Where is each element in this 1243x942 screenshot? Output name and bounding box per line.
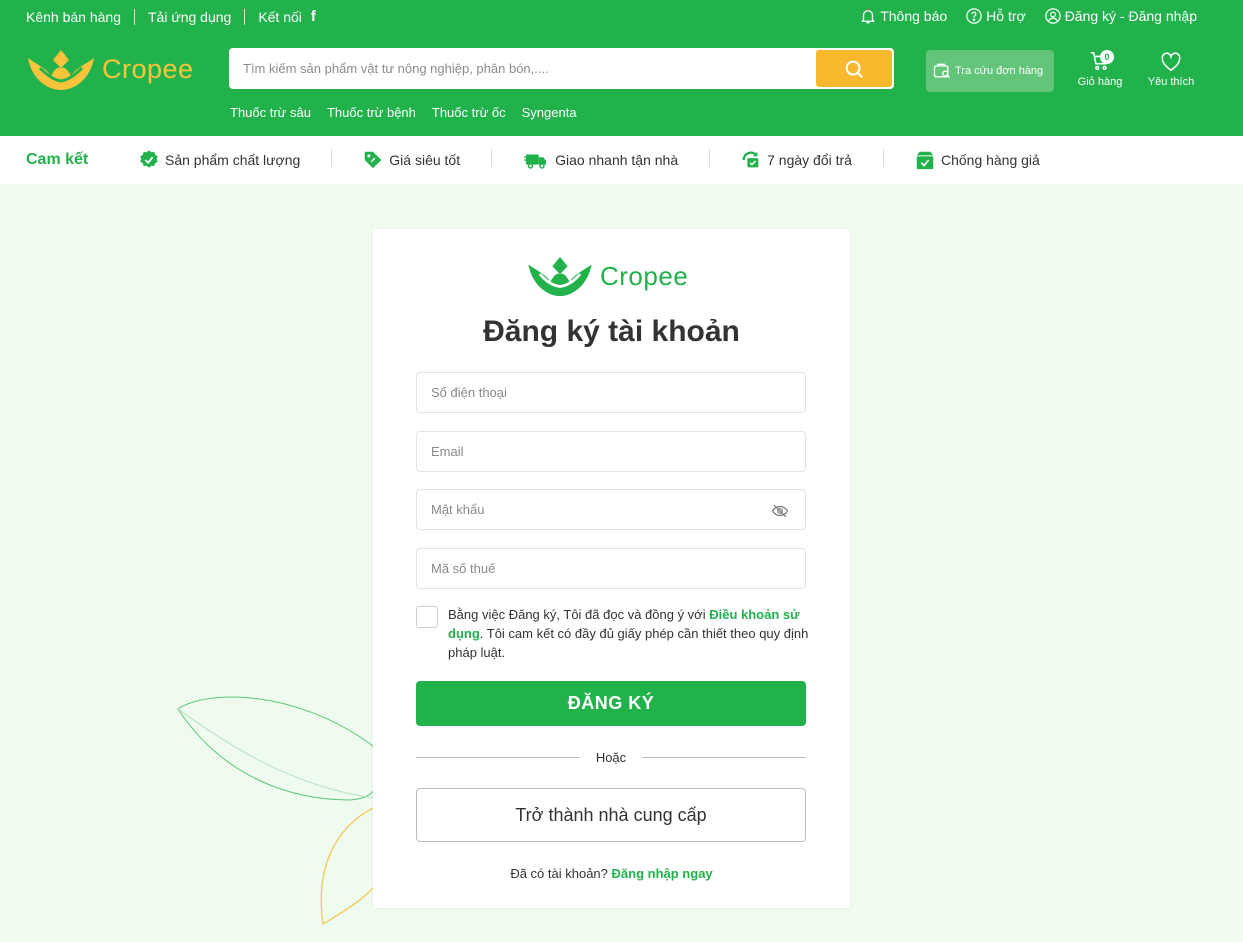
seller-channel-link[interactable]: Kênh bán hàng [26, 9, 134, 25]
commitment-quality-label: Sản phẩm chất lượng [165, 152, 301, 168]
order-lookup-button[interactable]: Tra cứu đơn hàng [926, 50, 1054, 92]
topbar-right: Thông báo Hỗ trợ Đăng ký - Đăng nhập [859, 7, 1197, 25]
heart-icon [1161, 52, 1181, 72]
quick-links: Thuốc trừ sâu Thuốc trừ bệnh Thuốc trừ ố… [230, 105, 577, 120]
terms-prefix: Bằng việc Đăng ký, Tôi đã đọc và đồng ý … [448, 607, 710, 622]
or-divider: Hoặc [416, 749, 806, 767]
download-app-link[interactable]: Tải ứng dụng [133, 8, 244, 25]
commitment-anti-counterfeit-label: Chống hàng giả [940, 152, 1040, 168]
phone-field-wrapper [416, 372, 806, 413]
quick-link-syngenta[interactable]: Syngenta [522, 105, 577, 120]
logo-text: Cropee [102, 53, 194, 84]
return-icon [742, 151, 759, 168]
card-logo-text: Cropee [600, 260, 689, 291]
delivery-truck-icon [524, 154, 547, 169]
divider-line-right [642, 757, 806, 758]
cart-label: Giỏ hàng [1077, 76, 1123, 88]
commitment-delivery-label: Giao nhanh tận nhà [555, 152, 679, 168]
header-logo[interactable]: Cropee [26, 46, 194, 92]
support-label: Hỗ trợ [986, 8, 1026, 24]
cropee-leaf-logo-icon [528, 256, 592, 297]
email-field-wrapper [416, 431, 806, 472]
bell-icon [861, 8, 876, 24]
terms-checkbox[interactable] [416, 606, 438, 628]
commitments-title: Cam kết [26, 151, 89, 168]
user-circle-icon [1044, 8, 1061, 24]
price-tag-icon [365, 151, 382, 169]
search-bar [229, 48, 894, 89]
register-card: Cropee Đăng ký tài khoản Bằng việc Đăng … [373, 229, 850, 908]
connect-link[interactable]: Kết nối [244, 8, 315, 25]
phone-input[interactable] [417, 373, 805, 412]
commitment-returns-label: 7 ngày đổi trả [767, 152, 852, 168]
tax-code-field-wrapper [416, 548, 806, 589]
wishlist-button[interactable]: Yêu thích [1142, 52, 1200, 88]
search-button[interactable] [816, 50, 892, 87]
wishlist-label: Yêu thích [1147, 76, 1195, 88]
quick-link-insecticide[interactable]: Thuốc trừ sâu [230, 105, 311, 120]
terms-text: Bằng việc Đăng ký, Tôi đã đọc và đồng ý … [448, 605, 810, 662]
commitment-quality: Sản phẩm chất lượng [138, 149, 331, 171]
cart-count-badge: 0 [1100, 50, 1114, 64]
support-link[interactable]: Hỗ trợ [965, 7, 1026, 25]
page-title: Đăng ký tài khoản [483, 315, 740, 348]
order-search-icon [933, 63, 950, 79]
site-header: Kênh bán hàng Tải ứng dụng Kết nối f Thô… [0, 0, 1243, 136]
email-input[interactable] [417, 432, 805, 471]
become-supplier-button[interactable]: Trở thành nhà cung cấp [416, 788, 806, 842]
commitments-bar: Cam kết Sản phẩm chất lượng Giá siêu tốt… [0, 136, 1243, 184]
commitment-delivery: Giao nhanh tận nhà [491, 149, 709, 171]
has-account-text: Đã có tài khoản? [510, 866, 608, 881]
card-logo: Cropee [525, 254, 688, 298]
decorative-leaves-icon [177, 696, 388, 925]
commitment-price: Giá siêu tốt [331, 149, 491, 171]
or-label: Hoặc [595, 750, 627, 765]
anti-counterfeit-box-icon [916, 151, 934, 170]
password-field-wrapper [416, 489, 806, 530]
search-input[interactable] [231, 50, 816, 87]
password-input[interactable] [417, 490, 805, 529]
topbar-left: Kênh bán hàng Tải ứng dụng Kết nối f [26, 8, 316, 25]
notifications-link[interactable]: Thông báo [859, 7, 947, 25]
tax-code-input[interactable] [417, 549, 805, 588]
account-label: Đăng ký - Đăng nhập [1064, 8, 1197, 24]
commitment-price-label: Giá siêu tốt [389, 152, 461, 168]
terms-agreement: Bằng việc Đăng ký, Tôi đã đọc và đồng ý … [416, 605, 810, 662]
quick-link-fungicide[interactable]: Thuốc trừ bệnh [327, 105, 416, 120]
search-icon [845, 60, 863, 78]
cart-button[interactable]: 0 Giỏ hàng [1072, 50, 1128, 88]
quick-link-snail-killer[interactable]: Thuốc trừ ốc [432, 105, 506, 120]
help-circle-icon [966, 8, 982, 24]
commitment-returns: 7 ngày đổi trả [709, 149, 883, 171]
account-link[interactable]: Đăng ký - Đăng nhập [1044, 7, 1197, 25]
commitment-anti-counterfeit: Chống hàng giả [882, 149, 1071, 171]
terms-suffix: . Tôi cam kết có đầy đủ giấy phép cần th… [448, 626, 809, 660]
facebook-icon[interactable]: f [311, 8, 316, 25]
notifications-label: Thông báo [880, 8, 948, 24]
cropee-leaf-logo-icon [28, 50, 94, 90]
eye-off-icon[interactable] [771, 502, 789, 520]
login-now-link[interactable]: Đăng nhập ngay [612, 866, 713, 881]
login-prompt: Đã có tài khoản? Đăng nhập ngay [373, 866, 850, 881]
register-button[interactable]: ĐĂNG KÝ [416, 681, 806, 726]
verified-badge-icon [140, 150, 158, 168]
order-lookup-label: Tra cứu đơn hàng [955, 65, 1044, 77]
